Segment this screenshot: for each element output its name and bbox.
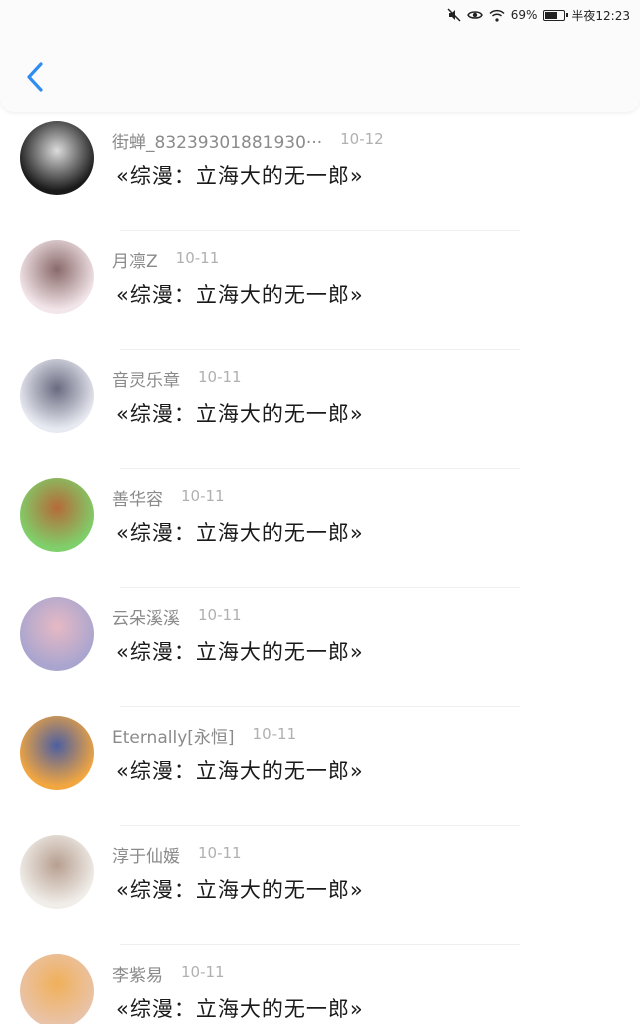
comment-item[interactable]: 街蝉_83239301881930··· 10-12 «综漫：立海大的无一郎» (0, 112, 640, 231)
comment-meta: 李紫易 10-11 (112, 961, 225, 986)
status-bar: 69% 半夜12:23 (0, 0, 640, 30)
user-name[interactable]: 云朵溪溪 (112, 604, 180, 629)
comment-meta: 街蝉_83239301881930··· 10-12 (112, 128, 384, 153)
comment-text: «综漫：立海大的无一郎» (116, 640, 364, 664)
top-bar: 69% 半夜12:23 (0, 0, 640, 112)
avatar[interactable] (20, 359, 94, 433)
wifi-icon (489, 9, 505, 22)
comment-list: 街蝉_83239301881930··· 10-12 «综漫：立海大的无一郎» 月凛Z… (0, 112, 640, 1024)
comment-text: «综漫：立海大的无一郎» (116, 521, 364, 545)
comment-date: 10-11 (198, 844, 242, 862)
user-name[interactable]: 善华容 (112, 485, 163, 510)
user-name[interactable]: 李紫易 (112, 961, 163, 986)
comment-meta: 月凛Z 10-11 (112, 247, 219, 272)
back-button[interactable] (18, 58, 52, 96)
comment-date: 10-11 (198, 368, 242, 386)
user-name[interactable]: 月凛Z (112, 247, 158, 272)
comment-meta: Eternally[永恒] 10-11 (112, 723, 296, 748)
comment-meta: 淳于仙媛 10-11 (112, 842, 242, 867)
comment-item[interactable]: 善华容 10-11 «综漫：立海大的无一郎» (0, 469, 640, 588)
comment-text: «综漫：立海大的无一郎» (116, 402, 364, 426)
comment-meta: 云朵溪溪 10-11 (112, 604, 242, 629)
comment-item[interactable]: 李紫易 10-11 «综漫：立海大的无一郎» (0, 945, 640, 1024)
user-name[interactable]: 音灵乐章 (112, 366, 180, 391)
comment-item[interactable]: 云朵溪溪 10-11 «综漫：立海大的无一郎» (0, 588, 640, 707)
battery-icon (543, 9, 569, 21)
avatar[interactable] (20, 121, 94, 195)
comment-text: «综漫：立海大的无一郎» (116, 878, 364, 902)
comment-text: «综漫：立海大的无一郎» (116, 997, 364, 1021)
user-name[interactable]: Eternally[永恒] (112, 723, 235, 748)
battery-level (545, 11, 558, 19)
comment-date: 10-11 (181, 487, 225, 505)
comment-meta: 音灵乐章 10-11 (112, 366, 242, 391)
avatar[interactable] (20, 597, 94, 671)
comment-text: «综漫：立海大的无一郎» (116, 283, 364, 307)
comment-item[interactable]: 月凛Z 10-11 «综漫：立海大的无一郎» (0, 231, 640, 350)
comment-date: 10-11 (175, 249, 220, 267)
avatar[interactable] (20, 478, 94, 552)
comment-item[interactable]: 淳于仙媛 10-11 «综漫：立海大的无一郎» (0, 826, 640, 945)
mute-icon (447, 8, 461, 22)
comment-text: «综漫：立海大的无一郎» (116, 164, 364, 188)
avatar[interactable] (20, 954, 94, 1024)
comment-date: 10-11 (198, 606, 242, 624)
comment-date: 10-11 (181, 963, 225, 981)
battery-percent: 69% (510, 8, 538, 22)
chevron-left-icon (27, 62, 43, 92)
comment-date: 10-12 (340, 130, 384, 148)
eye-icon (466, 9, 483, 21)
comment-meta: 善华容 10-11 (112, 485, 225, 510)
clock: 半夜12:23 (571, 8, 630, 23)
comment-item[interactable]: 音灵乐章 10-11 «综漫：立海大的无一郎» (0, 350, 640, 469)
avatar[interactable] (20, 716, 94, 790)
comment-text: «综漫：立海大的无一郎» (116, 759, 364, 783)
user-name[interactable]: 街蝉_83239301881930··· (112, 128, 322, 153)
avatar[interactable] (20, 240, 94, 314)
comment-date: 10-11 (252, 725, 297, 743)
comment-item[interactable]: Eternally[永恒] 10-11 «综漫：立海大的无一郎» (0, 707, 640, 826)
user-name[interactable]: 淳于仙媛 (112, 842, 180, 867)
avatar[interactable] (20, 835, 94, 909)
